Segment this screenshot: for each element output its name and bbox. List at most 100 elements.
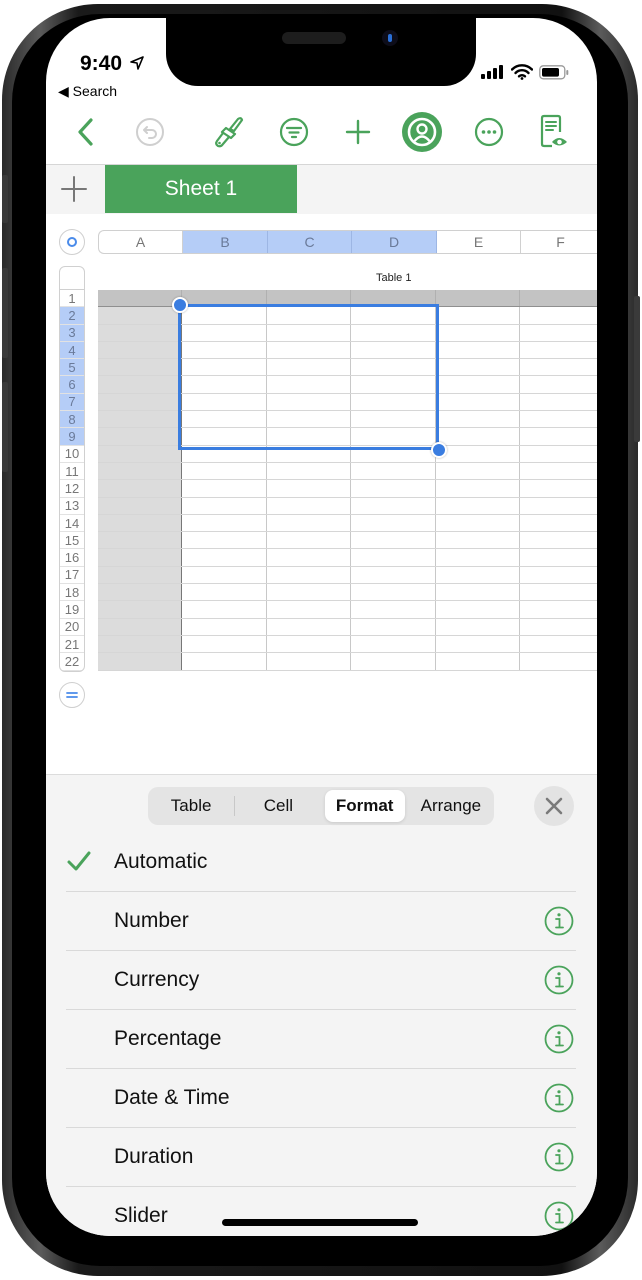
cell-e15[interactable] — [436, 532, 520, 549]
info-icon[interactable] — [544, 1142, 574, 1177]
cell-f6[interactable] — [520, 376, 597, 393]
cell-e22[interactable] — [436, 653, 520, 670]
row-header-14[interactable]: 14 — [60, 515, 84, 533]
cell-e17[interactable] — [436, 566, 520, 584]
cell-c20[interactable] — [267, 618, 351, 635]
cell-f10[interactable] — [520, 445, 597, 462]
cell-f18[interactable] — [520, 584, 597, 601]
cell-d14[interactable] — [351, 514, 436, 532]
cell-d11[interactable] — [351, 462, 436, 480]
cell-b20[interactable] — [182, 618, 267, 635]
column-header-b[interactable]: B — [183, 231, 268, 253]
cell-a11[interactable] — [98, 462, 182, 480]
cell-f14[interactable] — [520, 514, 597, 532]
row-header-16[interactable]: 16 — [60, 549, 84, 567]
row-header-20[interactable]: 20 — [60, 619, 84, 636]
cell-e21[interactable] — [436, 635, 520, 653]
row-header-22[interactable]: 22 — [60, 653, 84, 671]
cell-c22[interactable] — [267, 653, 351, 670]
row-header-3[interactable]: 3 — [60, 324, 84, 342]
cell-e12[interactable] — [436, 480, 520, 497]
cell-e16[interactable] — [436, 549, 520, 566]
cell-a19[interactable] — [98, 601, 182, 618]
row-header-5[interactable]: 5 — [60, 359, 84, 377]
cell-e4[interactable] — [436, 341, 520, 359]
format-option-slider[interactable]: Slider — [66, 1187, 576, 1236]
cell-c13[interactable] — [267, 497, 351, 514]
close-panel-button[interactable] — [534, 786, 574, 826]
cell-a16[interactable] — [98, 549, 182, 566]
cell-e8[interactable] — [436, 411, 520, 428]
cell-f12[interactable] — [520, 480, 597, 497]
cell-c19[interactable] — [267, 601, 351, 618]
format-brush-button[interactable] — [206, 110, 250, 154]
cell-a21[interactable] — [98, 635, 182, 653]
cell-a13[interactable] — [98, 497, 182, 514]
tab-format[interactable]: Format — [324, 790, 405, 822]
format-option-number[interactable]: Number — [66, 892, 576, 951]
cell-f2[interactable] — [520, 307, 597, 324]
cell-a6[interactable] — [98, 376, 182, 393]
sheet-tab-sheet-1[interactable]: Sheet 1 — [105, 165, 297, 213]
cell-c16[interactable] — [267, 549, 351, 566]
row-header-12[interactable]: 12 — [60, 480, 84, 498]
row-header-8[interactable]: 8 — [60, 411, 84, 429]
cell-b17[interactable] — [182, 566, 267, 584]
cell-c15[interactable] — [267, 532, 351, 549]
cell-a17[interactable] — [98, 566, 182, 584]
info-icon[interactable] — [544, 1024, 574, 1059]
row-header-4[interactable]: 4 — [60, 341, 84, 360]
back-to-search[interactable]: ◀ Search — [58, 83, 117, 100]
info-icon[interactable] — [544, 906, 574, 941]
column-header-f[interactable]: F — [521, 231, 597, 253]
reader-view-button[interactable] — [532, 110, 576, 154]
cell-f17[interactable] — [520, 566, 597, 584]
cell-d18[interactable] — [351, 584, 436, 601]
cell-d16[interactable] — [351, 549, 436, 566]
cell-f22[interactable] — [520, 653, 597, 670]
cell-f1[interactable] — [520, 290, 597, 307]
row-header-15[interactable]: 15 — [60, 532, 84, 550]
cell-a2[interactable] — [98, 307, 182, 324]
cell-b11[interactable] — [182, 462, 267, 480]
cell-e19[interactable] — [436, 601, 520, 618]
cell-b16[interactable] — [182, 549, 267, 566]
cell-a4[interactable] — [98, 341, 182, 359]
cell-d21[interactable] — [351, 635, 436, 653]
row-header-10[interactable]: 10 — [60, 446, 84, 463]
formula-button[interactable] — [59, 682, 85, 708]
cell-b12[interactable] — [182, 480, 267, 497]
column-header-d[interactable]: D — [352, 231, 437, 253]
cell-e9[interactable] — [436, 428, 520, 445]
cell-a12[interactable] — [98, 480, 182, 497]
cell-e7[interactable] — [436, 393, 520, 411]
row-header-7[interactable]: 7 — [60, 393, 84, 412]
cell-d19[interactable] — [351, 601, 436, 618]
cell-e10[interactable] — [436, 445, 520, 462]
column-header-a[interactable]: A — [99, 231, 183, 253]
cell-a1[interactable] — [98, 290, 182, 307]
cell-b15[interactable] — [182, 532, 267, 549]
cell-e13[interactable] — [436, 497, 520, 514]
row-header-2[interactable]: 2 — [60, 307, 84, 325]
row-header-13[interactable]: 13 — [60, 498, 84, 515]
cell-a3[interactable] — [98, 324, 182, 341]
row-header-19[interactable]: 19 — [60, 601, 84, 619]
info-icon[interactable] — [544, 965, 574, 1000]
cell-b14[interactable] — [182, 514, 267, 532]
row-header-6[interactable]: 6 — [60, 376, 84, 394]
cell-f3[interactable] — [520, 324, 597, 341]
format-option-automatic[interactable]: Automatic — [66, 833, 576, 892]
cell-c18[interactable] — [267, 584, 351, 601]
cell-d17[interactable] — [351, 566, 436, 584]
column-header-c[interactable]: C — [268, 231, 352, 253]
format-option-duration[interactable]: Duration — [66, 1128, 576, 1187]
cell-c21[interactable] — [267, 635, 351, 653]
insert-button[interactable] — [336, 110, 380, 154]
format-option-date-time[interactable]: Date & Time — [66, 1069, 576, 1128]
cell-selection[interactable] — [178, 304, 439, 450]
cell-f8[interactable] — [520, 411, 597, 428]
format-option-percentage[interactable]: Percentage — [66, 1010, 576, 1069]
cell-f11[interactable] — [520, 462, 597, 480]
cell-a20[interactable] — [98, 618, 182, 635]
